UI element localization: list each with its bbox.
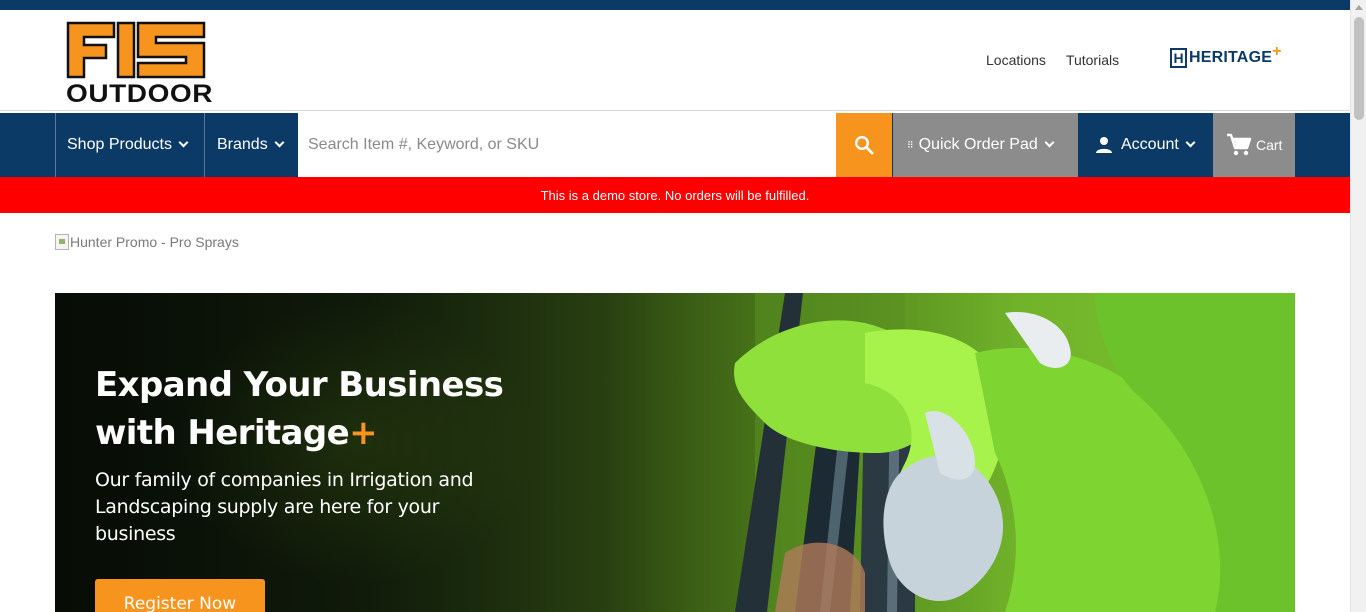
search-input[interactable] (298, 113, 836, 177)
cart-button[interactable]: Cart (1213, 113, 1295, 177)
page-scrollbar[interactable] (1350, 0, 1366, 612)
hero-subtitle: Our family of companies in Irrigation an… (95, 469, 474, 545)
promo-alt-text: Hunter Promo - Pro Sprays (70, 234, 239, 250)
hero-banner: Expand Your Business with Heritage+ Our … (55, 293, 1295, 612)
tutorials-link[interactable]: Tutorials (1066, 52, 1119, 68)
chevron-down-icon (178, 137, 189, 147)
hero-title-line1: Expand Your Business (95, 365, 504, 405)
promo-image-broken[interactable]: Hunter Promo - Pro Sprays (55, 234, 239, 250)
scroll-up-icon[interactable] (1355, 5, 1363, 10)
shop-products-menu[interactable]: Shop Products (67, 113, 189, 177)
hero-title-plus: + (349, 413, 377, 453)
account-menu[interactable]: Account (1080, 113, 1212, 177)
quick-order-pad-label: Quick Order Pad (918, 136, 1038, 153)
hero-title: Expand Your Business with Heritage+ (95, 361, 535, 457)
cart-icon (1227, 133, 1252, 156)
site-header: OUTDOOR Locations Tutorials H HERITAGE + (0, 10, 1350, 111)
locations-link[interactable]: Locations (986, 52, 1046, 68)
heritage-logo[interactable]: H HERITAGE + (1170, 43, 1281, 68)
hero-title-line2: with Heritage+ (95, 409, 535, 457)
search-button[interactable] (836, 113, 892, 177)
register-now-button[interactable]: Register Now (95, 579, 265, 612)
nav-divider (55, 113, 56, 177)
demo-notice-text: This is a demo store. No orders will be … (540, 187, 810, 203)
chevron-down-icon (1185, 137, 1196, 147)
hero-title-line2-text: with Heritage (95, 413, 350, 453)
grip-icon: ⠿ (907, 140, 914, 150)
brands-label: Brands (217, 136, 268, 153)
scrollbar-thumb[interactable] (1354, 17, 1364, 120)
quick-order-pad-menu[interactable]: ⠿ Quick Order Pad (893, 113, 1078, 177)
broken-image-icon (55, 234, 69, 250)
cart-label: Cart (1256, 137, 1283, 153)
account-label: Account (1121, 136, 1179, 153)
logo-subtitle: OUTDOOR (66, 80, 214, 108)
fis-outdoor-logo[interactable]: OUTDOOR (66, 21, 212, 108)
chevron-down-icon (274, 137, 285, 147)
nav-divider (204, 113, 205, 177)
top-accent-bar (0, 0, 1350, 10)
shop-products-label: Shop Products (67, 136, 172, 153)
heritage-plus: + (1272, 43, 1282, 60)
utility-links: Locations Tutorials (986, 52, 1119, 68)
gloved-hands-image (734, 293, 1295, 612)
fis-logo-mark (66, 21, 206, 79)
chevron-down-icon (1044, 137, 1055, 147)
heritage-h-icon: H (1170, 48, 1187, 68)
brands-menu[interactable]: Brands (217, 113, 285, 177)
user-icon (1096, 137, 1112, 153)
heritage-logo-text: HERITAGE (1189, 49, 1273, 66)
demo-store-notice: This is a demo store. No orders will be … (0, 177, 1350, 213)
search-icon (854, 135, 874, 155)
